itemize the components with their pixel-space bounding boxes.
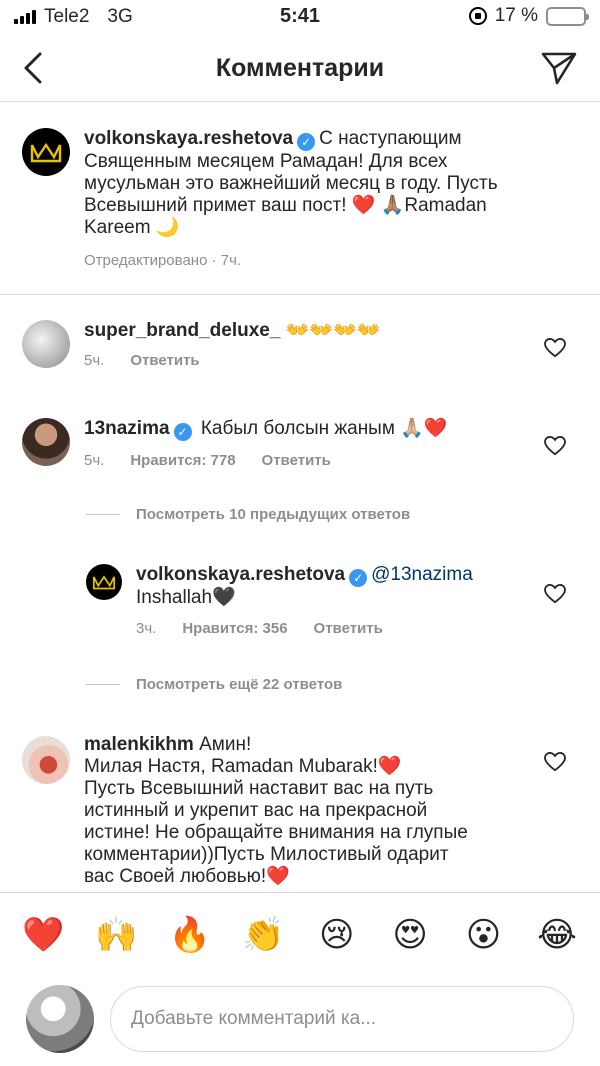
battery-icon <box>546 6 589 26</box>
paper-plane-icon[interactable] <box>540 50 578 86</box>
emoji-crying-button[interactable]: 😢 <box>316 915 358 955</box>
comment-meta: 5ч. Нравится: 778 Ответить <box>84 452 331 469</box>
status-bar: Tele2 3G 5:41 17 % <box>0 0 600 36</box>
view-more-label: Посмотреть ещё 22 ответов <box>136 676 343 693</box>
comment-input[interactable] <box>111 987 573 1051</box>
emoji-bar: ❤️ 🙌 🔥 👏 😢 😍 😮 😂 <box>22 915 578 955</box>
comment-username[interactable]: super_brand_deluxe_ <box>84 320 280 341</box>
rotation-lock-icon <box>468 7 487 25</box>
emoji-fire-button[interactable]: 🔥 <box>169 915 211 955</box>
caption-line: Священным месяцем Рамадан! Для всех <box>84 151 448 172</box>
emoji-clap-button[interactable]: 👏 <box>242 915 284 955</box>
comment-username[interactable]: 13nazima <box>84 418 170 439</box>
verified-badge-icon: ✓ <box>173 423 192 441</box>
view-previous-replies[interactable]: Посмотреть 10 предыдущих ответов <box>86 506 410 523</box>
reply-button[interactable]: Ответить <box>262 452 331 469</box>
divider <box>86 514 120 515</box>
comment-time: 5ч. <box>84 452 105 469</box>
comment-body: Кабыл болсын жаным 🙏🏼❤️ <box>200 418 448 439</box>
view-previous-label: Посмотреть 10 предыдущих ответов <box>136 506 411 523</box>
heart-icon[interactable] <box>544 584 566 604</box>
likes-count[interactable]: Нравится: 356 <box>182 620 287 637</box>
comment-line: Милая Настя, Ramadan Mubarak!❤️ <box>84 756 402 777</box>
comment-line: комментарии))Пусть Милостивый одарит <box>84 844 449 865</box>
comment-text: malenkikhm Амин! Милая Настя, Ramadan Mu… <box>84 734 524 888</box>
crown-icon <box>92 575 116 590</box>
reply-meta: 3ч. Нравится: 356 Ответить <box>136 620 383 637</box>
caption-line: Kareem 🌙 <box>84 217 180 238</box>
caption-meta: Отредактировано · 7ч. <box>84 252 241 269</box>
emoji-heart-eyes-button[interactable]: 😍 <box>389 915 431 955</box>
likes-count[interactable]: Нравится: 778 <box>130 452 235 469</box>
comment-time: 5ч. <box>84 352 105 369</box>
comment-username[interactable]: malenkikhm <box>84 734 194 755</box>
avatar[interactable] <box>22 736 70 784</box>
header: Комментарии <box>0 36 600 102</box>
verified-badge-icon: ✓ <box>349 569 368 587</box>
comment-text: 13nazima ✓ Кабыл болсын жаным 🙏🏼❤️ <box>84 418 448 441</box>
comment: super_brand_deluxe_ 👐👐👐👐 5ч. Ответить <box>0 314 600 384</box>
comment-meta: 5ч. Ответить <box>84 352 200 369</box>
caption-line: мусульман это важнейший месяц в году. Пу… <box>84 173 498 194</box>
emoji-surprised-button[interactable]: 😮 <box>463 915 505 955</box>
emoji-laughing-button[interactable]: 😂 <box>536 915 578 955</box>
reply-button[interactable]: Ответить <box>314 620 383 637</box>
caption-username[interactable]: volkonskaya.reshetova <box>84 128 293 149</box>
divider <box>86 684 120 685</box>
status-right: 17 % <box>468 5 589 27</box>
reply-username[interactable]: volkonskaya.reshetova <box>136 564 345 585</box>
comment-body: Амин! <box>199 734 252 755</box>
comment-line: вас Своей любовью!❤️ <box>84 866 290 887</box>
caption-text: volkonskaya.reshetova ✓ С наступающим Свящ… <box>84 128 584 239</box>
comment: 13nazima ✓ Кабыл болсын жаным 🙏🏼❤️ 5ч. Нр… <box>0 412 600 482</box>
comment-line: истине! Не обращайте внимания на глупые <box>84 822 468 843</box>
comment-text: super_brand_deluxe_ 👐👐👐👐 <box>84 320 380 342</box>
comment: malenkikhm Амин! Милая Настя, Ramadan Mu… <box>0 732 600 892</box>
mention-link[interactable]: @13nazima <box>371 564 473 585</box>
comment-body: 👐👐👐👐 <box>285 320 381 341</box>
avatar[interactable] <box>22 418 70 466</box>
avatar[interactable] <box>22 320 70 368</box>
my-avatar <box>26 985 94 1053</box>
avatar[interactable] <box>22 128 70 176</box>
reply-button[interactable]: Ответить <box>130 352 199 369</box>
emoji-heart-button[interactable]: ❤️ <box>22 915 64 955</box>
heart-icon[interactable] <box>544 752 566 772</box>
comment-line: Пусть Всевышний наставит вас на путь <box>84 778 434 799</box>
emoji-raised-hands-button[interactable]: 🙌 <box>95 915 137 955</box>
reply-comment: volkonskaya.reshetova ✓ @13nazima Inshalla… <box>0 560 600 640</box>
crown-icon <box>30 142 62 163</box>
reply-body: Inshallah🖤 <box>136 587 236 608</box>
caption-line: С наступающим <box>319 128 462 149</box>
avatar[interactable] <box>86 564 122 600</box>
reply-time: 3ч. <box>136 620 157 637</box>
page-title: Комментарии <box>215 54 385 82</box>
caption: volkonskaya.reshetova ✓ С наступающим Свящ… <box>0 110 600 290</box>
verified-badge-icon: ✓ <box>297 133 316 151</box>
divider <box>0 294 600 295</box>
comment-line: истинный и укрепит вас на прекрасной <box>84 800 428 821</box>
caption-edited: Отредактировано · 7ч. <box>84 252 242 269</box>
comment-composer: ❤️ 🙌 🔥 👏 😢 😍 😮 😂 <box>0 892 600 1066</box>
heart-icon[interactable] <box>544 338 566 358</box>
battery-percent: 17 % <box>494 5 538 26</box>
comment-input-box[interactable] <box>110 986 574 1052</box>
reply-text: volkonskaya.reshetova ✓ @13nazima Inshalla… <box>136 564 556 609</box>
caption-line: Всевышний примет ваш пост! ❤️ 🙏🏽Ramadan <box>84 195 487 216</box>
heart-icon[interactable] <box>544 436 566 456</box>
view-more-replies[interactable]: Посмотреть ещё 22 ответов <box>86 676 342 693</box>
